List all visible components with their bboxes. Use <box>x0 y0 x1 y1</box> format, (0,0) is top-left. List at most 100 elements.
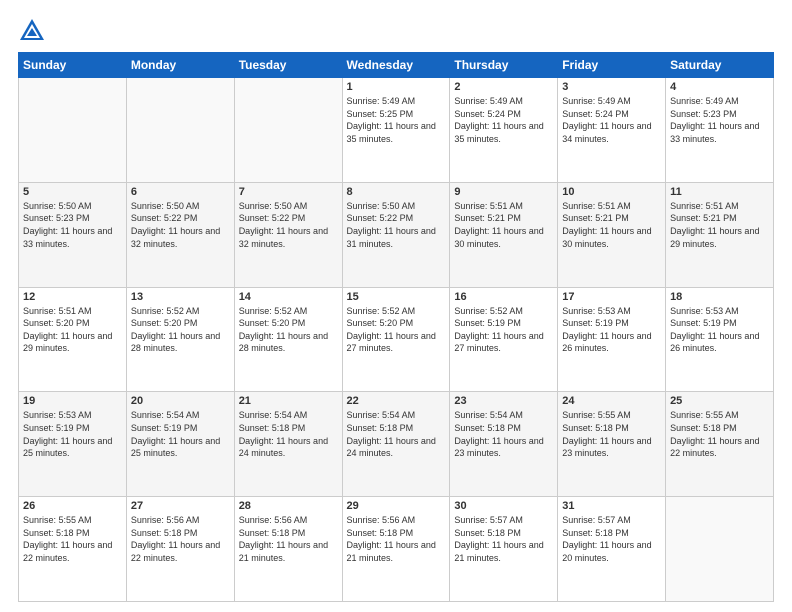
calendar-cell: 1 Sunrise: 5:49 AM Sunset: 5:25 PM Daylig… <box>342 78 450 183</box>
day-info: Sunrise: 5:51 AM Sunset: 5:20 PM Dayligh… <box>23 305 122 355</box>
weekday-header-row: Sunday Monday Tuesday Wednesday Thursday… <box>19 53 774 78</box>
logo-icon <box>18 16 46 44</box>
day-number: 29 <box>347 500 446 512</box>
day-info: Sunrise: 5:54 AM Sunset: 5:19 PM Dayligh… <box>131 409 230 459</box>
calendar-cell: 18 Sunrise: 5:53 AM Sunset: 5:19 PM Dayli… <box>666 287 774 392</box>
day-info: Sunrise: 5:52 AM Sunset: 5:20 PM Dayligh… <box>131 305 230 355</box>
day-number: 12 <box>23 291 122 303</box>
day-number: 20 <box>131 395 230 407</box>
calendar-cell: 2 Sunrise: 5:49 AM Sunset: 5:24 PM Daylig… <box>450 78 558 183</box>
calendar-cell: 7 Sunrise: 5:50 AM Sunset: 5:22 PM Daylig… <box>234 182 342 287</box>
day-info: Sunrise: 5:51 AM Sunset: 5:21 PM Dayligh… <box>670 200 769 250</box>
day-number: 26 <box>23 500 122 512</box>
calendar-cell: 4 Sunrise: 5:49 AM Sunset: 5:23 PM Daylig… <box>666 78 774 183</box>
day-info: Sunrise: 5:51 AM Sunset: 5:21 PM Dayligh… <box>562 200 661 250</box>
calendar-cell: 16 Sunrise: 5:52 AM Sunset: 5:19 PM Dayli… <box>450 287 558 392</box>
day-info: Sunrise: 5:54 AM Sunset: 5:18 PM Dayligh… <box>239 409 338 459</box>
header-tuesday: Tuesday <box>234 53 342 78</box>
calendar-cell: 23 Sunrise: 5:54 AM Sunset: 5:18 PM Dayli… <box>450 392 558 497</box>
header-thursday: Thursday <box>450 53 558 78</box>
day-info: Sunrise: 5:53 AM Sunset: 5:19 PM Dayligh… <box>670 305 769 355</box>
calendar-cell: 31Sunrise: 5:57 AM Sunset: 5:18 PM Dayli… <box>558 497 666 602</box>
calendar-cell: 26 Sunrise: 5:55 AM Sunset: 5:18 PM Dayli… <box>19 497 127 602</box>
calendar-cell: 13 Sunrise: 5:52 AM Sunset: 5:20 PM Dayli… <box>126 287 234 392</box>
day-number: 28 <box>239 500 338 512</box>
page: Sunday Monday Tuesday Wednesday Thursday… <box>0 0 792 612</box>
day-number: 7 <box>239 186 338 198</box>
day-number: 11 <box>670 186 769 198</box>
calendar-week-4: 19Sunrise: 5:53 AM Sunset: 5:19 PM Dayli… <box>19 392 774 497</box>
day-info: Sunrise: 5:54 AM Sunset: 5:18 PM Dayligh… <box>454 409 553 459</box>
calendar-week-3: 12 Sunrise: 5:51 AM Sunset: 5:20 PM Dayli… <box>19 287 774 392</box>
calendar-cell: 24 Sunrise: 5:55 AM Sunset: 5:18 PM Dayli… <box>558 392 666 497</box>
day-number: 17 <box>562 291 661 303</box>
day-info: Sunrise: 5:50 AM Sunset: 5:22 PM Dayligh… <box>239 200 338 250</box>
day-info: Sunrise: 5:50 AM Sunset: 5:22 PM Dayligh… <box>131 200 230 250</box>
day-number: 25 <box>670 395 769 407</box>
day-number: 16 <box>454 291 553 303</box>
day-info: Sunrise: 5:56 AM Sunset: 5:18 PM Dayligh… <box>131 514 230 564</box>
day-number: 30 <box>454 500 553 512</box>
day-number: 2 <box>454 81 553 93</box>
calendar-cell <box>19 78 127 183</box>
calendar-table: Sunday Monday Tuesday Wednesday Thursday… <box>18 52 774 602</box>
calendar-cell: 9 Sunrise: 5:51 AM Sunset: 5:21 PM Daylig… <box>450 182 558 287</box>
day-info: Sunrise: 5:55 AM Sunset: 5:18 PM Dayligh… <box>670 409 769 459</box>
day-info: Sunrise: 5:50 AM Sunset: 5:23 PM Dayligh… <box>23 200 122 250</box>
day-info: Sunrise: 5:57 AM Sunset: 5:18 PM Dayligh… <box>454 514 553 564</box>
calendar-cell: 3Sunrise: 5:49 AM Sunset: 5:24 PM Daylig… <box>558 78 666 183</box>
day-number: 15 <box>347 291 446 303</box>
day-info: Sunrise: 5:49 AM Sunset: 5:24 PM Dayligh… <box>562 95 661 145</box>
calendar-cell: 25 Sunrise: 5:55 AM Sunset: 5:18 PM Dayli… <box>666 392 774 497</box>
day-info: Sunrise: 5:49 AM Sunset: 5:24 PM Dayligh… <box>454 95 553 145</box>
header-monday: Monday <box>126 53 234 78</box>
day-number: 19 <box>23 395 122 407</box>
calendar-cell: 22Sunrise: 5:54 AM Sunset: 5:18 PM Dayli… <box>342 392 450 497</box>
calendar-cell: 14Sunrise: 5:52 AM Sunset: 5:20 PM Dayli… <box>234 287 342 392</box>
day-info: Sunrise: 5:49 AM Sunset: 5:23 PM Dayligh… <box>670 95 769 145</box>
day-number: 23 <box>454 395 553 407</box>
day-number: 6 <box>131 186 230 198</box>
day-number: 22 <box>347 395 446 407</box>
calendar-cell: 28 Sunrise: 5:56 AM Sunset: 5:18 PM Dayli… <box>234 497 342 602</box>
day-number: 9 <box>454 186 553 198</box>
header <box>18 16 774 44</box>
day-info: Sunrise: 5:57 AM Sunset: 5:18 PM Dayligh… <box>562 514 661 564</box>
calendar-cell: 19Sunrise: 5:53 AM Sunset: 5:19 PM Dayli… <box>19 392 127 497</box>
day-info: Sunrise: 5:55 AM Sunset: 5:18 PM Dayligh… <box>23 514 122 564</box>
day-number: 10 <box>562 186 661 198</box>
day-info: Sunrise: 5:53 AM Sunset: 5:19 PM Dayligh… <box>562 305 661 355</box>
day-info: Sunrise: 5:52 AM Sunset: 5:19 PM Dayligh… <box>454 305 553 355</box>
day-info: Sunrise: 5:49 AM Sunset: 5:25 PM Dayligh… <box>347 95 446 145</box>
day-info: Sunrise: 5:51 AM Sunset: 5:21 PM Dayligh… <box>454 200 553 250</box>
calendar-cell: 6 Sunrise: 5:50 AM Sunset: 5:22 PM Daylig… <box>126 182 234 287</box>
calendar-cell: 10 Sunrise: 5:51 AM Sunset: 5:21 PM Dayli… <box>558 182 666 287</box>
day-info: Sunrise: 5:50 AM Sunset: 5:22 PM Dayligh… <box>347 200 446 250</box>
header-saturday: Saturday <box>666 53 774 78</box>
calendar-cell <box>666 497 774 602</box>
calendar-cell: 15 Sunrise: 5:52 AM Sunset: 5:20 PM Dayli… <box>342 287 450 392</box>
day-number: 8 <box>347 186 446 198</box>
calendar-week-2: 5Sunrise: 5:50 AM Sunset: 5:23 PM Daylig… <box>19 182 774 287</box>
day-number: 1 <box>347 81 446 93</box>
day-number: 4 <box>670 81 769 93</box>
calendar-cell: 20 Sunrise: 5:54 AM Sunset: 5:19 PM Dayli… <box>126 392 234 497</box>
calendar-cell: 30 Sunrise: 5:57 AM Sunset: 5:18 PM Dayli… <box>450 497 558 602</box>
calendar-cell: 11 Sunrise: 5:51 AM Sunset: 5:21 PM Dayli… <box>666 182 774 287</box>
calendar-week-1: 1 Sunrise: 5:49 AM Sunset: 5:25 PM Daylig… <box>19 78 774 183</box>
calendar-cell: 12 Sunrise: 5:51 AM Sunset: 5:20 PM Dayli… <box>19 287 127 392</box>
day-number: 13 <box>131 291 230 303</box>
calendar-cell: 8 Sunrise: 5:50 AM Sunset: 5:22 PM Daylig… <box>342 182 450 287</box>
day-info: Sunrise: 5:56 AM Sunset: 5:18 PM Dayligh… <box>239 514 338 564</box>
day-info: Sunrise: 5:55 AM Sunset: 5:18 PM Dayligh… <box>562 409 661 459</box>
header-sunday: Sunday <box>19 53 127 78</box>
day-info: Sunrise: 5:52 AM Sunset: 5:20 PM Dayligh… <box>347 305 446 355</box>
day-number: 21 <box>239 395 338 407</box>
day-number: 24 <box>562 395 661 407</box>
day-info: Sunrise: 5:56 AM Sunset: 5:18 PM Dayligh… <box>347 514 446 564</box>
day-number: 18 <box>670 291 769 303</box>
calendar-cell <box>126 78 234 183</box>
header-friday: Friday <box>558 53 666 78</box>
day-info: Sunrise: 5:52 AM Sunset: 5:20 PM Dayligh… <box>239 305 338 355</box>
calendar-cell: 5Sunrise: 5:50 AM Sunset: 5:23 PM Daylig… <box>19 182 127 287</box>
